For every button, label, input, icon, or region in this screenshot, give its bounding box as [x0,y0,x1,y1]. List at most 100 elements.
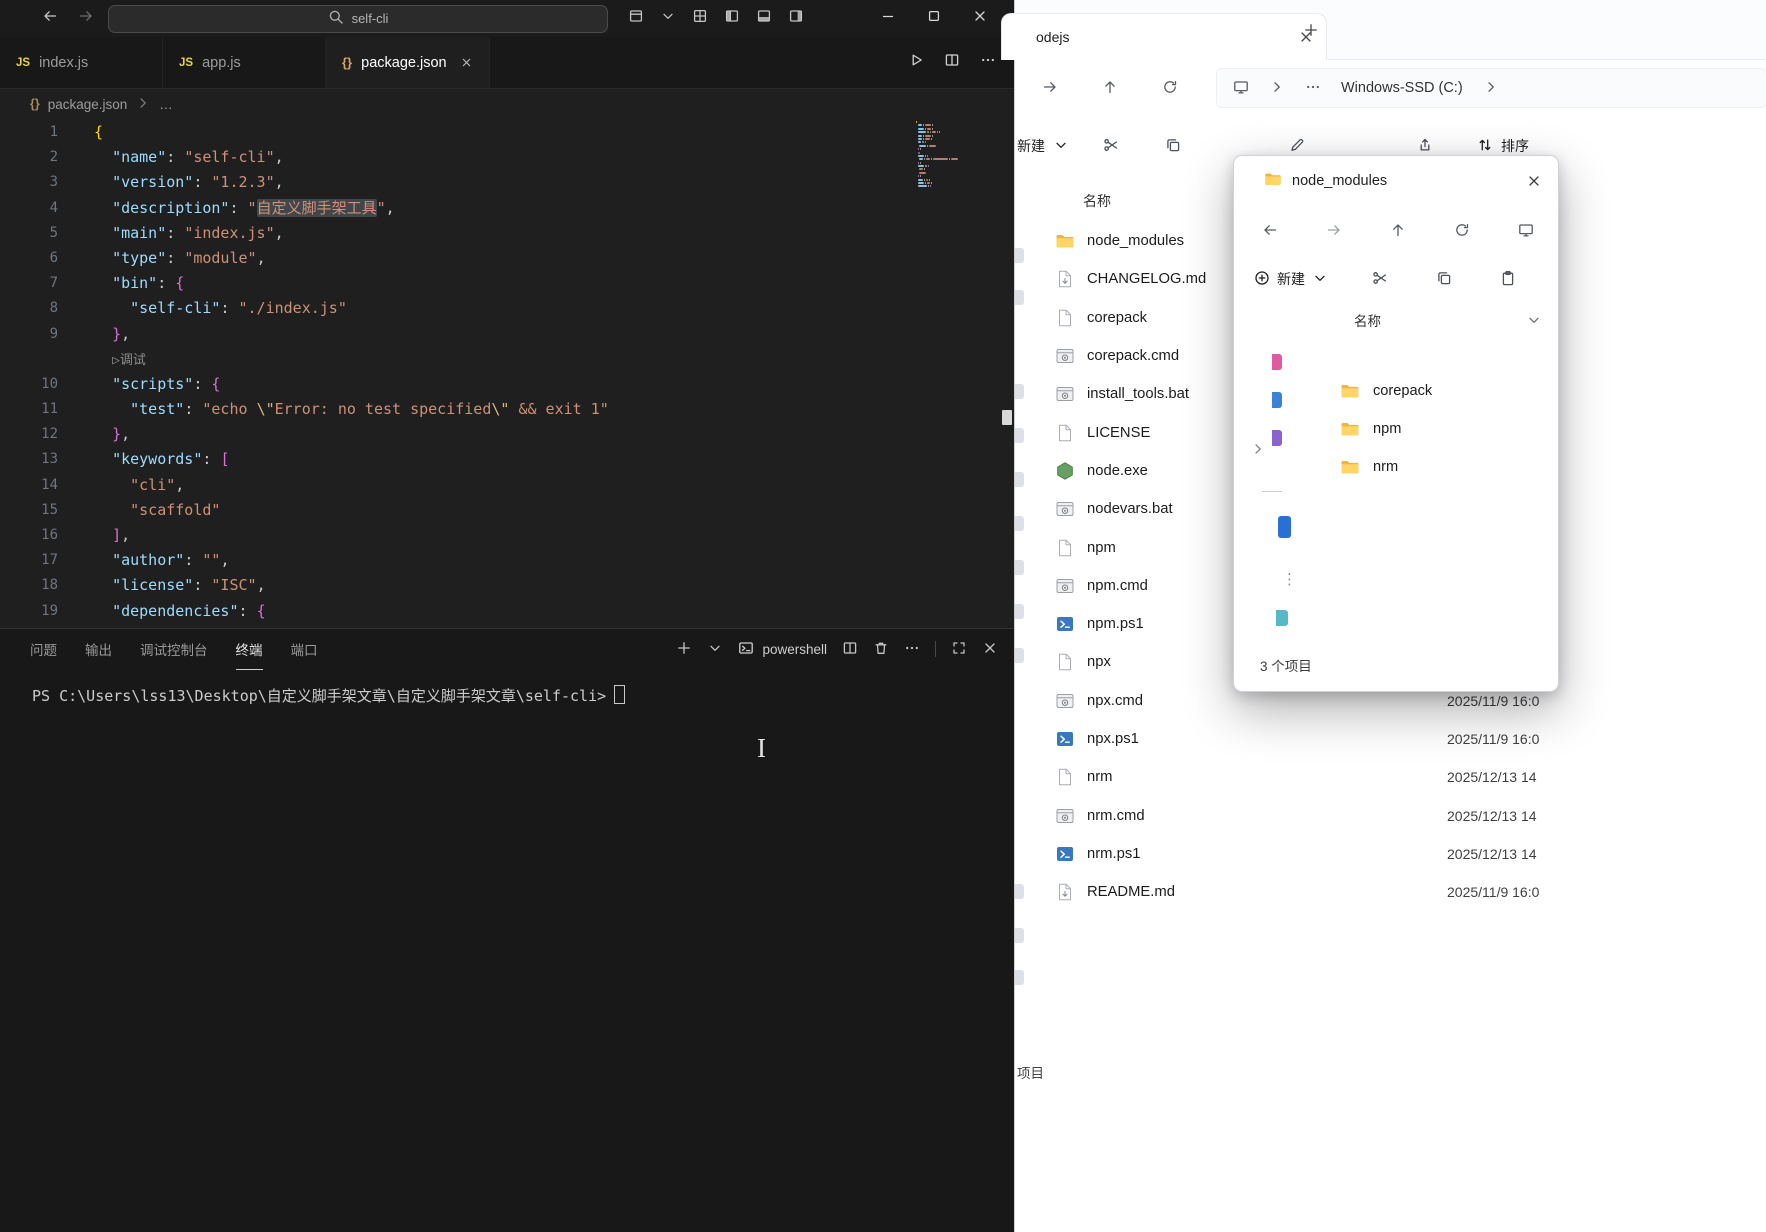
close-tab-icon[interactable] [460,56,473,69]
panel-tab-输出[interactable]: 输出 [85,629,112,670]
code-editor[interactable]: 1{2 "name": "self-cli",3 "version": "1.2… [0,118,1014,630]
close-window-icon[interactable] [1526,173,1542,189]
new-terminal-icon[interactable] [676,640,692,659]
folder-row-nrm[interactable]: nrm [1340,448,1432,486]
customize-layout-icon[interactable] [628,8,644,29]
editor-layout-icon[interactable] [692,8,708,29]
explorer-tab[interactable]: odejs [1001,13,1327,60]
code-line: 3 "version": "1.2.3", [0,170,1014,195]
share-icon[interactable] [1417,137,1433,156]
ps1-file-icon [1055,614,1075,634]
arrow-right-icon [78,8,94,24]
scrollbar-thumb[interactable] [1002,410,1012,425]
code-text: "scripts": { [58,372,220,397]
terminal-instance-powershell[interactable]: powershell [738,640,827,659]
copy-icon[interactable] [1165,137,1181,156]
editor-tab-package.json[interactable]: {}package.json [326,37,490,88]
copy-icon[interactable] [1436,270,1452,289]
toggle-sidebar-icon[interactable] [724,8,740,29]
clipped-nav-icon[interactable] [1276,610,1288,626]
file-name: npx.ps1 [1087,731,1139,747]
terminal-more-icon[interactable] [904,640,920,659]
overlay-navbar [1234,206,1558,256]
run-file-icon[interactable] [908,52,924,73]
new-item-button[interactable]: 新建 [1254,269,1328,289]
rename-icon[interactable] [1289,137,1305,156]
file-row-README.md[interactable]: README.md2025/11/9 16:0 [1015,873,1655,911]
terminal-profile-dropdown-icon[interactable] [707,640,723,659]
forward-icon[interactable] [78,8,94,29]
panel-tab-问题[interactable]: 问题 [30,629,57,670]
code-text: "scaffold" [58,498,220,523]
clipped-nav-icon[interactable] [1272,430,1282,446]
layout-controls [628,8,804,29]
terminal-area[interactable]: PS C:\Users\lss13\Desktop\自定义脚手架文章\自定义脚手… [0,669,1014,706]
minimize-icon[interactable] [880,8,896,29]
clipped-nav-icon[interactable] [1272,392,1282,408]
explorer-tabstrip: odejs [1015,0,1766,60]
back-icon[interactable] [42,8,58,29]
new-item-button[interactable]: 新建 [1017,136,1069,156]
overlay-title: node_modules [1292,173,1387,189]
chevron-down-icon[interactable] [1526,312,1542,328]
terminal-icon [738,640,754,656]
file-row-nrm.ps1[interactable]: nrm.ps12025/12/13 14 [1015,835,1655,873]
split-icon [944,52,960,68]
phone-icon[interactable] [1278,516,1291,538]
breadcrumb[interactable]: {} package.json … [0,89,1014,119]
scissors-icon [1372,270,1388,286]
editor-tab-app.js[interactable]: JSapp.js [163,37,326,88]
line-number: 18 [0,573,58,598]
address-drive[interactable]: Windows-SSD (C:) [1341,80,1463,96]
kill-terminal-icon[interactable] [873,640,889,659]
split-editor-icon[interactable] [944,52,960,73]
editor-tab-index.js[interactable]: JSindex.js [0,37,163,88]
chev-right-icon [1250,441,1266,457]
toggle-secondary-sidebar-icon[interactable] [788,8,804,29]
maximize-icon[interactable] [926,8,942,29]
new-tab-icon[interactable] [1303,22,1319,38]
nav-back-icon[interactable] [1262,222,1278,241]
file-row-nrm[interactable]: nrm2025/12/13 14 [1015,758,1655,796]
clipped-nav-item[interactable] [1015,970,1024,985]
file-row-npx.ps1[interactable]: npx.ps1 2025/11/9 16:0 [1015,720,1655,758]
toggle-panel-icon[interactable] [756,8,772,29]
code-text: "author": "", [58,548,229,573]
collapsed-path-icon[interactable] [1305,79,1321,98]
file-row-nrm.cmd[interactable]: nrm.cmd2025/12/13 14 [1015,796,1655,834]
search-icon [328,9,344,25]
address-bar[interactable]: Windows-SSD (C:) [1216,68,1766,108]
refresh-icon[interactable] [1162,79,1178,98]
code-line: 18 "license": "ISC", [0,573,1014,598]
refresh-icon[interactable] [1454,222,1470,241]
panel-tab-终端[interactable]: 终端 [236,629,263,670]
clipped-nav-item[interactable] [1015,928,1024,943]
overlay-titlebar[interactable]: node_modules [1234,156,1558,206]
nav-forward-icon[interactable] [1326,222,1342,241]
maximize-panel-icon[interactable] [951,640,967,659]
nav-up-icon[interactable] [1102,79,1118,98]
cut-icon[interactable] [1372,270,1388,289]
nav-up-icon[interactable] [1390,222,1406,241]
panel-tab-端口[interactable]: 端口 [291,629,318,670]
expand-chevron-icon[interactable] [1250,441,1266,457]
more-actions-icon[interactable] [980,52,996,73]
folder-row-corepack[interactable]: corepack [1340,372,1432,410]
column-header-name[interactable]: 名称 [1234,302,1558,338]
line-number: 10 [0,372,58,397]
layout-dropdown-icon[interactable] [660,8,676,29]
paste-icon[interactable] [1500,270,1516,289]
split-terminal-icon[interactable] [842,640,858,659]
file-file-icon [1055,767,1075,787]
close-window-icon[interactable] [972,8,988,29]
cut-icon[interactable] [1103,137,1119,156]
close-panel-icon[interactable] [982,640,998,659]
panel-tab-调试控制台[interactable]: 调试控制台 [140,629,208,670]
command-center-search[interactable]: self-cli [108,5,608,33]
folder-row-npm[interactable]: npm [1340,410,1432,448]
nav-forward-icon[interactable] [1042,79,1058,98]
sort-button[interactable]: 排序 [1477,136,1529,156]
clipped-nav-icon[interactable] [1272,354,1282,370]
minimap[interactable] [916,121,962,189]
modified-date: 2025/11/9 16:0 [1447,731,1565,747]
